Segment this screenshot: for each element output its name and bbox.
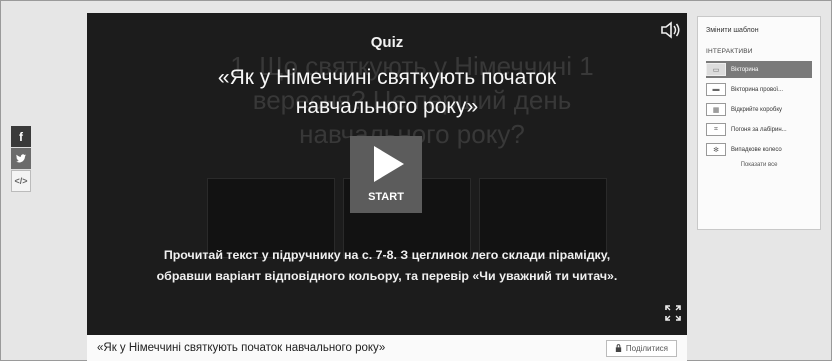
template-label: Відкрийте коробку	[731, 106, 783, 113]
template-item-quiz[interactable]: ▭ Вікторина	[706, 61, 812, 78]
template-label: Випадкове колесо	[731, 146, 782, 153]
template-panel: Змінити шаблон ІНТЕРАКТИВИ ▭ Вікторина ▬…	[697, 16, 821, 230]
activity-title-row: «Як у Німеччині святкують початок навчал…	[87, 335, 687, 361]
quiz-description: Прочитай текст у підручнику на с. 7-8. З…	[156, 248, 618, 283]
gameshow-template-icon: ▬	[706, 83, 726, 96]
template-item-random-wheel[interactable]: ✻ Випадкове колесо	[706, 141, 812, 158]
open-box-template-icon: ▦	[706, 103, 726, 116]
facebook-share-button[interactable]: f	[11, 126, 31, 148]
change-template-link[interactable]: Змінити шаблон	[706, 27, 812, 34]
template-item-maze-chase[interactable]: ⌗ Погоня за лабірин...	[706, 121, 812, 138]
wheel-template-icon: ✻	[706, 143, 726, 156]
speaker-icon[interactable]	[660, 21, 680, 39]
template-list: ▭ Вікторина ▬ Вікторина прової... ▦ Відк…	[706, 61, 812, 158]
template-label: Погоня за лабірин...	[731, 126, 787, 133]
share-bar: f </>	[11, 126, 31, 192]
interactives-heading: ІНТЕРАКТИВИ	[706, 48, 753, 55]
activity-title: «Як у Німеччині святкують початок навчал…	[97, 342, 386, 354]
twitter-share-button[interactable]	[11, 148, 31, 170]
share-label: Поділитися	[625, 343, 668, 353]
template-item-gameshow-quiz[interactable]: ▬ Вікторина прової...	[706, 81, 812, 98]
show-all-link[interactable]: Показати все	[706, 162, 812, 168]
embed-button[interactable]: </>	[11, 170, 31, 192]
quiz-title: «Як у Німеччині святкують початок навчал…	[217, 66, 557, 118]
template-label: Вікторина прової...	[731, 86, 784, 93]
quiz-label: Quiz	[370, 34, 404, 51]
quiz-player: 1. Що святкують у Німеччині 1 вересня? Ц…	[87, 13, 687, 335]
lock-icon	[615, 344, 622, 352]
quiz-template-icon: ▭	[706, 63, 726, 76]
template-item-open-box[interactable]: ▦ Відкрийте коробку	[706, 101, 812, 118]
start-label: START	[368, 191, 404, 203]
twitter-icon	[16, 154, 26, 163]
share-button[interactable]: Поділитися	[605, 339, 677, 357]
play-icon	[374, 146, 404, 182]
template-label: Вікторина	[731, 66, 759, 73]
start-button[interactable]: START	[350, 136, 422, 213]
fullscreen-icon[interactable]	[665, 305, 681, 321]
maze-template-icon: ⌗	[706, 123, 726, 136]
